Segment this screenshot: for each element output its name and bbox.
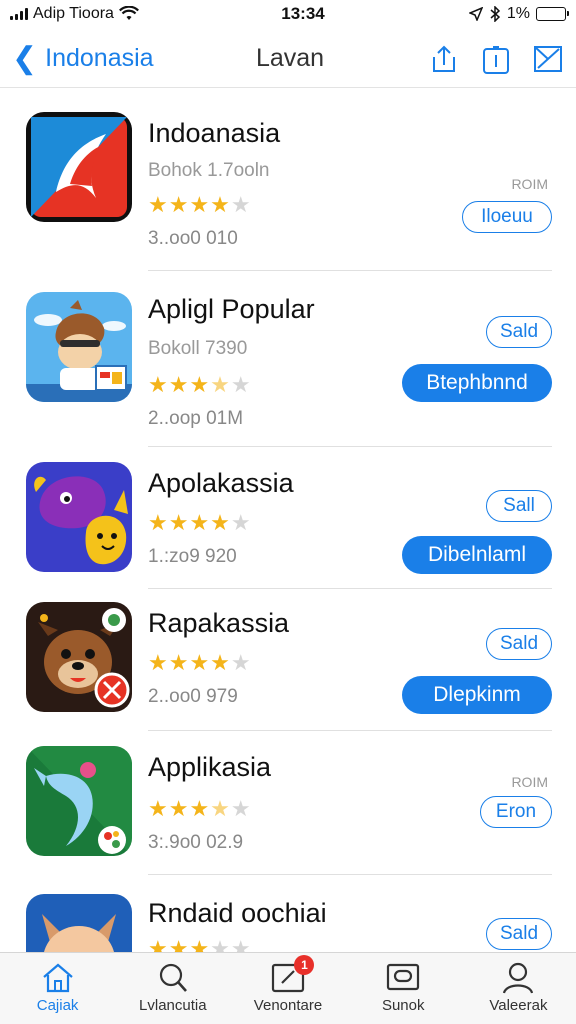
app-size: 1.:zo9 920 bbox=[148, 546, 237, 567]
wifi-icon bbox=[118, 6, 139, 20]
star-icon: ★★★★ bbox=[148, 510, 231, 535]
list-item[interactable]: Apolakassia ★★★★★ 1.:zo9 920 Sall Dibeln… bbox=[0, 462, 576, 604]
list-item[interactable]: Indoanasia Bohok 1.7ooln ★★★★★ 3..oo0 01… bbox=[0, 110, 576, 271]
divider bbox=[148, 874, 552, 875]
app-name: Rndaid oochiai bbox=[148, 898, 327, 928]
corner-label: ROIM bbox=[511, 774, 548, 790]
list-item[interactable]: Applikasia ★★★★★ 3:.9o0 02.9 ROIM Eron bbox=[0, 744, 576, 886]
open-button[interactable]: Eron bbox=[480, 796, 552, 828]
app-icon[interactable] bbox=[26, 602, 132, 712]
tab-label: Valeerak bbox=[489, 997, 548, 1014]
star-rating: ★★★★★ bbox=[148, 650, 252, 676]
app-size: 2..oop 01M bbox=[148, 408, 244, 429]
tab-label: Sunok bbox=[381, 997, 425, 1014]
tab-label: Venontare bbox=[253, 997, 323, 1014]
app-icon[interactable] bbox=[26, 112, 132, 222]
star-icon: ★★★★ bbox=[148, 650, 231, 675]
divider bbox=[148, 270, 552, 271]
notification-badge: 1 bbox=[294, 955, 315, 975]
location-icon bbox=[468, 7, 483, 21]
star-empty-icon: ★ bbox=[230, 650, 252, 675]
list-item[interactable]: Rndaid oochiai ★★★★★ Sald bbox=[0, 892, 576, 952]
sale-button[interactable]: Sall bbox=[486, 490, 552, 522]
sale-button[interactable]: Sald bbox=[486, 316, 552, 348]
compose-icon[interactable] bbox=[532, 43, 564, 75]
app-name: Apolakassia bbox=[148, 468, 294, 498]
sale-button[interactable]: Sald bbox=[486, 918, 552, 950]
app-list: Indoanasia Bohok 1.7ooln ★★★★★ 3..oo0 01… bbox=[0, 100, 576, 952]
download-button[interactable]: Btephbnnd bbox=[402, 364, 552, 402]
status-time: 13:34 bbox=[281, 4, 325, 23]
divider bbox=[148, 446, 552, 447]
battery-icon bbox=[536, 7, 569, 21]
star-icon: ★★★ bbox=[148, 372, 211, 397]
share-icon[interactable] bbox=[428, 43, 460, 75]
star-half-icon: ★ bbox=[210, 796, 231, 821]
back-button[interactable]: ❮ Indonasia bbox=[12, 41, 212, 75]
app-name: Apligl Popular bbox=[148, 294, 315, 324]
app-size: 3:.9o0 02.9 bbox=[148, 832, 244, 853]
star-empty-icon: ★ bbox=[230, 510, 252, 535]
star-empty-icon: ★ bbox=[230, 192, 252, 217]
star-icon: ★★★ bbox=[148, 796, 211, 821]
tab-label: Cajiak bbox=[36, 997, 79, 1014]
app-icon[interactable] bbox=[26, 746, 132, 856]
star-half-icon: ★ bbox=[210, 372, 231, 397]
app-icon[interactable] bbox=[26, 462, 132, 572]
app-subtitle: Bohok 1.7ooln bbox=[148, 160, 270, 181]
list-item[interactable]: Rapakassia ★★★★★ 2..oo0 979 Sald Dlepkin… bbox=[0, 602, 576, 744]
corner-label: ROIM bbox=[511, 176, 548, 192]
app-subtitle: Bokoll 7390 bbox=[148, 338, 248, 359]
app-name: Rapakassia bbox=[148, 608, 290, 638]
app-size: 3..oo0 010 bbox=[148, 228, 238, 249]
tab-media[interactable]: Sunok bbox=[346, 953, 461, 1024]
divider bbox=[148, 730, 552, 731]
signal-icon bbox=[10, 8, 28, 20]
star-rating: ★★★★★ bbox=[148, 796, 252, 822]
app-icon[interactable] bbox=[26, 894, 132, 952]
star-empty-icon: ★ bbox=[230, 796, 252, 821]
tab-updates[interactable]: 1 Venontare bbox=[230, 953, 345, 1024]
bookmark-icon[interactable] bbox=[480, 43, 512, 75]
tab-label: Lvlancutia bbox=[139, 997, 207, 1014]
chevron-left-icon: ❮ bbox=[12, 41, 38, 75]
download-button[interactable]: Dibelnlaml bbox=[402, 536, 552, 574]
bluetooth-icon bbox=[490, 6, 500, 22]
star-rating: ★★★★★ bbox=[148, 936, 252, 952]
back-label: Indonasia bbox=[45, 44, 154, 72]
divider bbox=[148, 588, 552, 589]
app-name: Applikasia bbox=[148, 752, 272, 782]
media-icon bbox=[387, 963, 420, 991]
tab-home[interactable]: Cajiak bbox=[0, 953, 115, 1024]
app-name: Indoanasia bbox=[148, 118, 281, 148]
battery-percent: 1% bbox=[506, 5, 530, 22]
status-bar: Adip Tioora 13:34 1% bbox=[0, 0, 576, 28]
star-icon: ★★★★ bbox=[148, 192, 231, 217]
download-button[interactable]: Dlepkinm bbox=[402, 676, 552, 714]
app-icon[interactable] bbox=[26, 292, 132, 402]
tab-bar: Cajiak Lvlancutia 1 Venontare Sunok Vale… bbox=[0, 952, 576, 1024]
star-empty-icon: ★ bbox=[230, 372, 252, 397]
list-item[interactable]: Apligl Popular Bokoll 7390 ★★★★★ 2..oop … bbox=[0, 290, 576, 447]
sale-button[interactable]: Sald bbox=[486, 628, 552, 660]
tab-search[interactable]: Lvlancutia bbox=[115, 953, 230, 1024]
page-title: Lavan bbox=[255, 44, 325, 72]
star-rating: ★★★★★ bbox=[148, 372, 252, 398]
star-rating: ★★★★★ bbox=[148, 192, 252, 218]
app-size: 2..oo0 979 bbox=[148, 686, 238, 707]
profile-icon bbox=[503, 962, 534, 994]
home-icon bbox=[42, 963, 73, 993]
star-empty-icon: ★★ bbox=[210, 936, 252, 952]
search-icon bbox=[159, 963, 187, 992]
star-icon: ★★★ bbox=[148, 936, 211, 952]
get-button[interactable]: Iloeuu bbox=[462, 201, 552, 233]
navigation-bar: ❮ Indonasia Lavan bbox=[0, 30, 576, 88]
tab-profile[interactable]: Valeerak bbox=[461, 953, 576, 1024]
star-rating: ★★★★★ bbox=[148, 510, 252, 536]
carrier-label: Adip Tioora bbox=[33, 5, 114, 22]
